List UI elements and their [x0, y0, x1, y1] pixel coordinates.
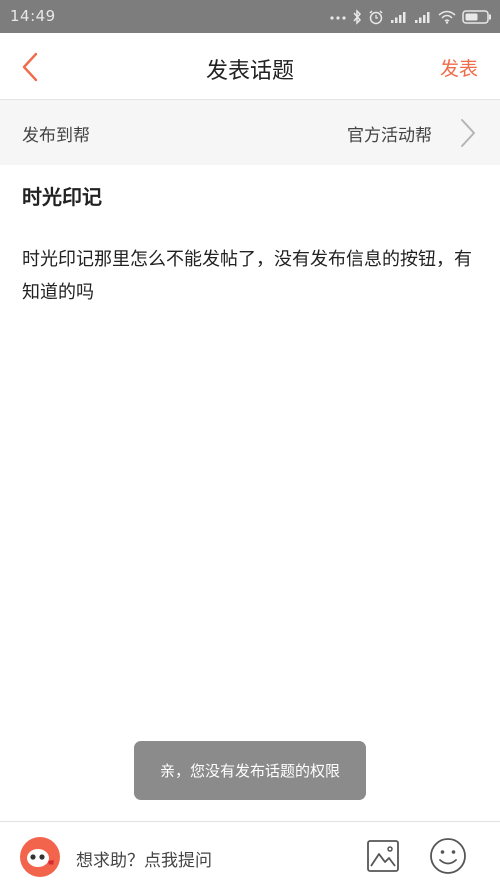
status-bar: 14:49	[0, 0, 500, 33]
more-dots-icon	[330, 14, 346, 20]
chevron-right-icon	[456, 116, 480, 154]
battery-icon	[462, 10, 492, 24]
board-value: 官方活动帮	[347, 126, 432, 146]
wifi-icon	[438, 10, 456, 24]
signal-icon	[414, 10, 432, 24]
board-selector[interactable]: 发布到帮 官方活动帮	[0, 100, 500, 165]
toast-message: 亲，您没有发布话题的权限	[134, 741, 366, 800]
header: 发表话题 发表	[0, 33, 500, 100]
board-label: 发布到帮	[22, 126, 90, 146]
emoji-button[interactable]	[429, 837, 467, 875]
alarm-icon	[368, 9, 384, 25]
image-button[interactable]	[366, 839, 400, 873]
avatar[interactable]	[20, 837, 60, 877]
ask-prompt[interactable]: 想求助？点我提问	[76, 846, 212, 871]
bottom-bar: 想求助？点我提问	[0, 821, 500, 889]
signal-icon	[390, 10, 408, 24]
status-time: 14:49	[10, 7, 56, 25]
page-title: 发表话题	[205, 59, 294, 84]
status-icons	[330, 6, 492, 28]
bluetooth-icon	[352, 9, 362, 25]
smiley-icon	[429, 838, 467, 879]
publish-button[interactable]: 发表	[440, 54, 478, 81]
post-title-field[interactable]: 时光印记	[22, 181, 102, 210]
post-body-field[interactable]: 时光印记那里怎么不能发帖了，没有发布信息的按钮，有知道的吗	[22, 243, 472, 309]
image-icon	[366, 840, 400, 877]
